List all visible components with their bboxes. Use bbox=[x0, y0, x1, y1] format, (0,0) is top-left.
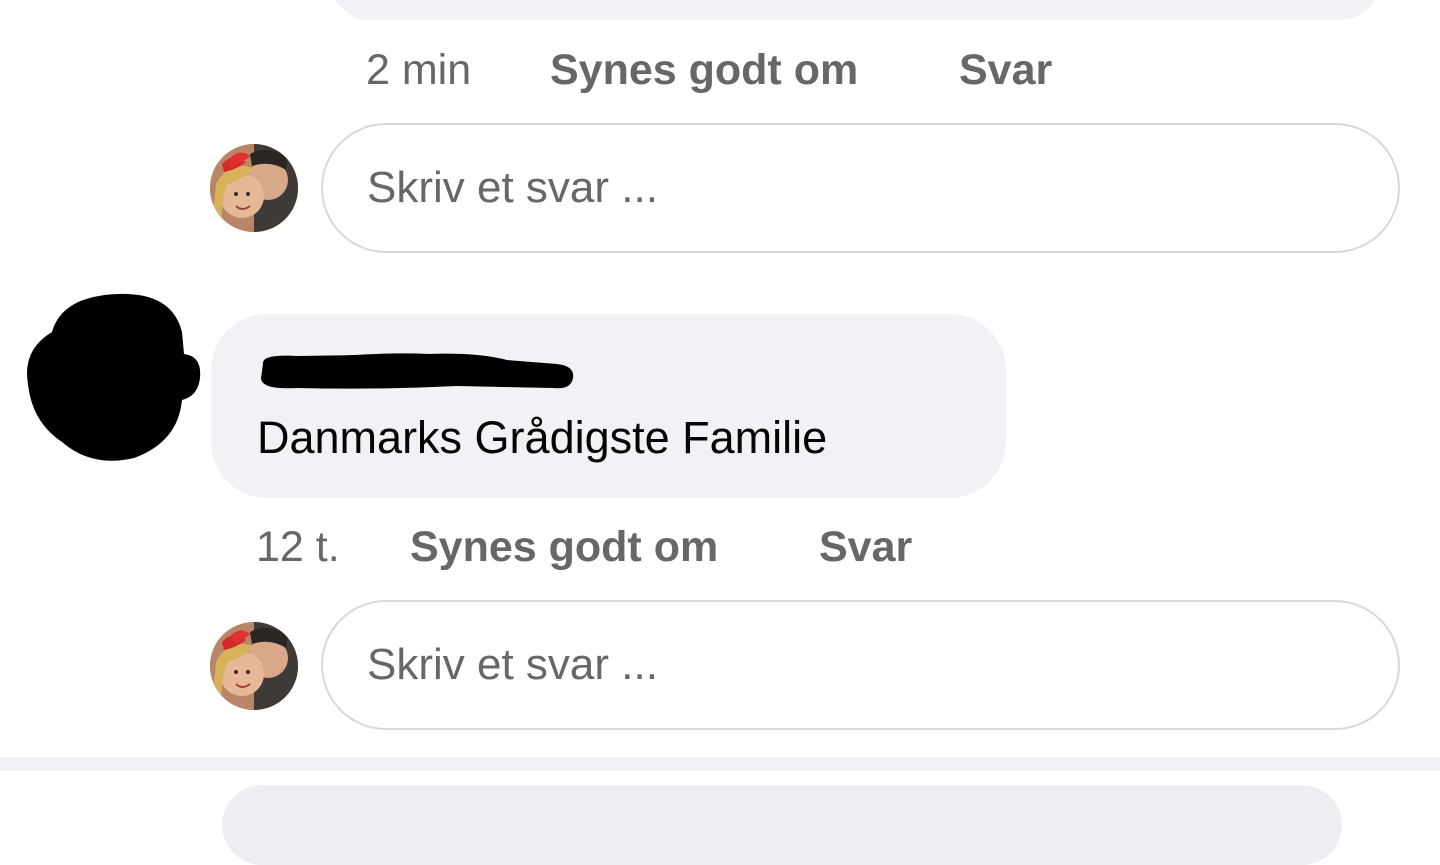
reply-button[interactable]: Svar bbox=[959, 46, 1052, 95]
reply-placeholder: Skriv et svar ... bbox=[367, 163, 658, 212]
redacted-avatar-icon[interactable] bbox=[22, 292, 202, 464]
comment-bubble: Danmarks Grådigste Familie bbox=[211, 314, 1006, 498]
previous-comment-bubble bbox=[330, 0, 1380, 20]
comment-actions: 12 t. Synes godt om Svar bbox=[256, 517, 912, 577]
like-button[interactable]: Synes godt om bbox=[410, 523, 819, 572]
feed-separator bbox=[0, 757, 1440, 771]
like-button[interactable]: Synes godt om bbox=[550, 46, 959, 95]
user-avatar-photo-icon bbox=[210, 622, 298, 710]
comment-timestamp[interactable]: 12 t. bbox=[256, 523, 410, 572]
reply-input[interactable]: Skriv et svar ... bbox=[321, 123, 1400, 253]
reply-placeholder: Skriv et svar ... bbox=[367, 640, 658, 689]
previous-comment-actions: 2 min Synes godt om Svar bbox=[366, 40, 1052, 100]
next-comment-bubble bbox=[222, 785, 1342, 865]
comment-text: Danmarks Grådigste Familie bbox=[257, 412, 828, 463]
reply-button[interactable]: Svar bbox=[819, 523, 912, 572]
reply-input[interactable]: Skriv et svar ... bbox=[321, 600, 1400, 730]
comment-timestamp[interactable]: 2 min bbox=[366, 46, 550, 95]
redacted-author-name[interactable] bbox=[257, 350, 577, 394]
user-avatar-photo-icon bbox=[210, 144, 298, 232]
